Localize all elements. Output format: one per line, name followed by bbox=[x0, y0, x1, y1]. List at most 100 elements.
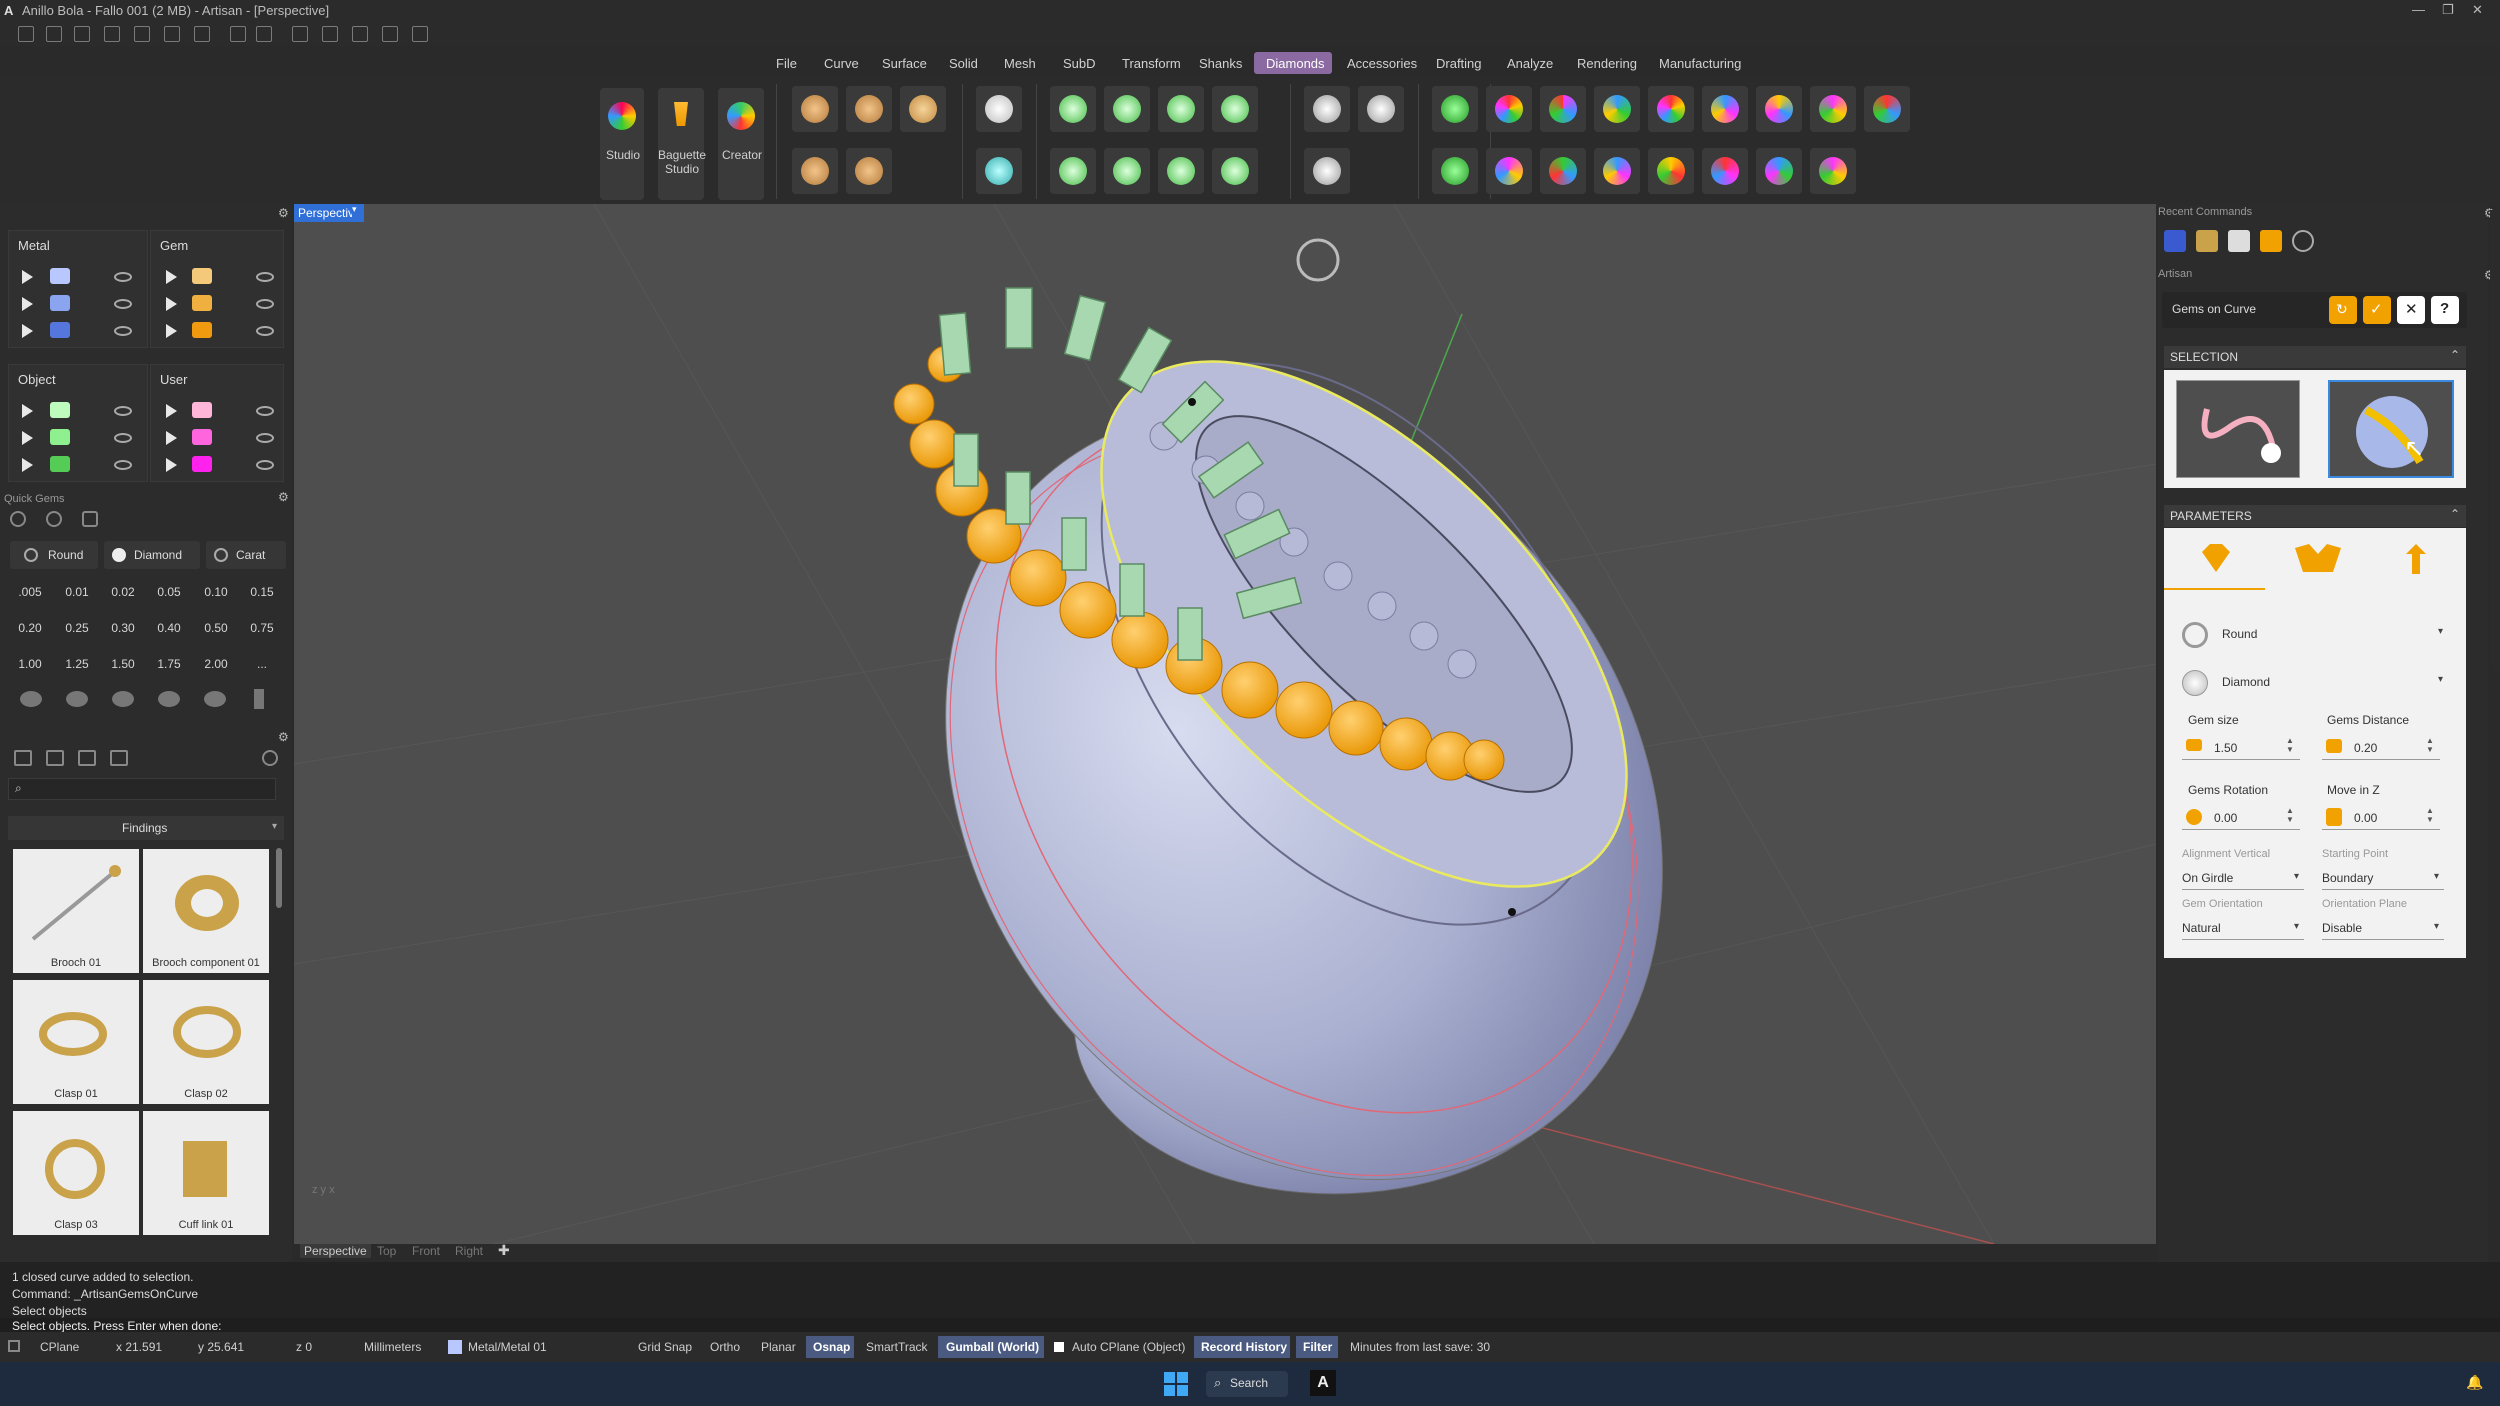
new-file-icon[interactable] bbox=[18, 26, 34, 42]
quick-gem-size[interactable]: 1.25 bbox=[55, 657, 99, 671]
bezel-tool-2[interactable] bbox=[1104, 86, 1150, 132]
quick-gem-size[interactable]: 0.15 bbox=[240, 585, 284, 599]
export-icon[interactable] bbox=[256, 26, 272, 42]
layers-settings-icon[interactable]: ⚙ bbox=[278, 206, 289, 220]
prong-style-icon[interactable] bbox=[254, 689, 264, 709]
recent-command-1[interactable] bbox=[2164, 230, 2186, 252]
eye-icon[interactable] bbox=[114, 406, 132, 416]
parameters-header[interactable]: PARAMETERS ⌃ bbox=[2164, 505, 2466, 527]
setting-style-icon-2[interactable] bbox=[66, 691, 88, 707]
quick-gem-size[interactable]: 0.05 bbox=[147, 585, 191, 599]
bezel-tool-5[interactable] bbox=[1104, 148, 1150, 194]
auto-cplane-checkbox[interactable] bbox=[1054, 1342, 1064, 1352]
menu-drafting[interactable]: Drafting bbox=[1436, 56, 1482, 71]
status-grid-snap[interactable]: Grid Snap bbox=[638, 1340, 692, 1354]
cancel-button[interactable]: ✕ bbox=[2397, 296, 2425, 324]
save-icon[interactable] bbox=[194, 26, 210, 42]
analyze-gem-tool-1[interactable] bbox=[1486, 86, 1532, 132]
menu-manufacturing[interactable]: Manufacturing bbox=[1659, 56, 1741, 71]
library-add-folder-icon[interactable] bbox=[46, 750, 64, 766]
eye-icon[interactable] bbox=[256, 406, 274, 416]
curve-gem-tool-1[interactable] bbox=[792, 86, 838, 132]
pave-tool-2[interactable] bbox=[1358, 86, 1404, 132]
status-auto-cplane[interactable]: Auto CPlane (Object) bbox=[1072, 1340, 1185, 1354]
quick-gem-size[interactable]: 0.02 bbox=[101, 585, 145, 599]
oval-gem-tool[interactable] bbox=[976, 148, 1022, 194]
open-file-icon[interactable] bbox=[74, 26, 90, 42]
save-as-icon[interactable] bbox=[230, 26, 246, 42]
notification-icon[interactable]: 🔔 bbox=[2466, 1374, 2483, 1391]
eye-icon[interactable] bbox=[114, 433, 132, 443]
close-window-button[interactable]: ✕ bbox=[2472, 2, 2483, 18]
bezel-tool-4[interactable] bbox=[1050, 148, 1096, 194]
gem-color-tool-4[interactable] bbox=[1810, 86, 1856, 132]
viewport-tab-perspective[interactable]: Perspective bbox=[300, 1244, 371, 1258]
gem-info-tool-5[interactable] bbox=[1702, 148, 1748, 194]
library-refresh-icon[interactable] bbox=[262, 750, 278, 766]
play-icon[interactable] bbox=[166, 404, 177, 418]
tab-layout[interactable] bbox=[2265, 528, 2366, 590]
setting-style-icon-3[interactable] bbox=[112, 691, 134, 707]
help-icon[interactable] bbox=[412, 26, 428, 42]
gem-info-tool-4[interactable] bbox=[1648, 148, 1694, 194]
cutter-tool-1[interactable] bbox=[1432, 86, 1478, 132]
gem-material-dropdown[interactable]: Diamond ▾ bbox=[2176, 666, 2452, 700]
curve-gem-tool-3[interactable] bbox=[792, 148, 838, 194]
quick-gem-size[interactable]: 0.75 bbox=[240, 621, 284, 635]
quick-gem-size[interactable]: 0.40 bbox=[147, 621, 191, 635]
menu-mesh[interactable]: Mesh bbox=[1004, 56, 1036, 71]
status-ortho[interactable]: Ortho bbox=[710, 1340, 740, 1354]
quick-gem-size[interactable]: 0.25 bbox=[55, 621, 99, 635]
user-swatch-3[interactable] bbox=[192, 456, 212, 472]
setting-style-icon-1[interactable] bbox=[20, 691, 42, 707]
eye-icon[interactable] bbox=[256, 460, 274, 470]
panel-toggle-icon[interactable] bbox=[8, 1340, 20, 1352]
menu-curve[interactable]: Curve bbox=[824, 56, 859, 71]
tab-gem[interactable] bbox=[2164, 528, 2265, 590]
settings-icon[interactable] bbox=[382, 26, 398, 42]
quick-gem-size[interactable]: 0.30 bbox=[101, 621, 145, 635]
library-item[interactable]: Clasp 02 bbox=[143, 980, 269, 1104]
orientation-plane-dropdown[interactable]: Disable ▾ bbox=[2322, 916, 2444, 940]
object-swatch-2[interactable] bbox=[50, 429, 70, 445]
library-folder-icon[interactable] bbox=[14, 750, 32, 766]
library-item[interactable]: Brooch 01 bbox=[13, 849, 139, 973]
recent-command-2[interactable] bbox=[2196, 230, 2218, 252]
setting-style-icon-4[interactable] bbox=[158, 691, 180, 707]
creator-button[interactable] bbox=[718, 88, 764, 200]
cutter-tool-2[interactable] bbox=[1432, 148, 1478, 194]
baguette-studio-button[interactable] bbox=[658, 88, 704, 200]
maximize-button[interactable]: ❐ bbox=[2442, 2, 2454, 18]
setting-style-icon-5[interactable] bbox=[204, 691, 226, 707]
quick-gem-more[interactable]: ... bbox=[240, 657, 284, 671]
select-surface-button[interactable]: ↖ bbox=[2328, 380, 2454, 478]
status-layer[interactable]: Metal/Metal 01 bbox=[468, 1340, 547, 1354]
gem-swatch-3[interactable] bbox=[192, 322, 212, 338]
spinner-icon[interactable]: ▲ ▼ bbox=[2426, 736, 2434, 754]
eye-icon[interactable] bbox=[256, 326, 274, 336]
menu-subd[interactable]: SubD bbox=[1063, 56, 1096, 71]
library-search-input[interactable]: ⌕ bbox=[8, 778, 276, 800]
move-z-input[interactable]: 0.00 ▲ ▼ bbox=[2322, 806, 2440, 830]
artisan-app-icon[interactable]: A bbox=[1310, 1370, 1336, 1396]
quick-gem-mode-icon-3[interactable] bbox=[82, 511, 98, 527]
align-icon[interactable] bbox=[352, 26, 368, 42]
eye-icon[interactable] bbox=[256, 272, 274, 282]
bezel-tool-1[interactable] bbox=[1050, 86, 1096, 132]
curve-gem-tool-4[interactable] bbox=[846, 148, 892, 194]
pave-tool-3[interactable] bbox=[1304, 148, 1350, 194]
spinner-icon[interactable]: ▲ ▼ bbox=[2426, 806, 2434, 824]
bezel-tool-6[interactable] bbox=[1158, 148, 1204, 194]
viewport[interactable]: Perspective ▾ z y x bbox=[293, 203, 2157, 1245]
eye-icon[interactable] bbox=[256, 433, 274, 443]
status-record-history[interactable]: Record History bbox=[1201, 1340, 1287, 1354]
gem-info-tool-3[interactable] bbox=[1594, 148, 1640, 194]
object-swatch-1[interactable] bbox=[50, 402, 70, 418]
library-item[interactable]: Brooch component 01 bbox=[143, 849, 269, 973]
quick-gem-shape-dropdown[interactable]: Round bbox=[10, 541, 98, 569]
bezel-tool-3[interactable] bbox=[1158, 86, 1204, 132]
quick-gem-size[interactable]: 1.00 bbox=[8, 657, 52, 671]
analyze-gem-tool-2[interactable] bbox=[1540, 86, 1586, 132]
user-swatch-1[interactable] bbox=[192, 402, 212, 418]
quick-gem-size[interactable]: 1.50 bbox=[101, 657, 145, 671]
